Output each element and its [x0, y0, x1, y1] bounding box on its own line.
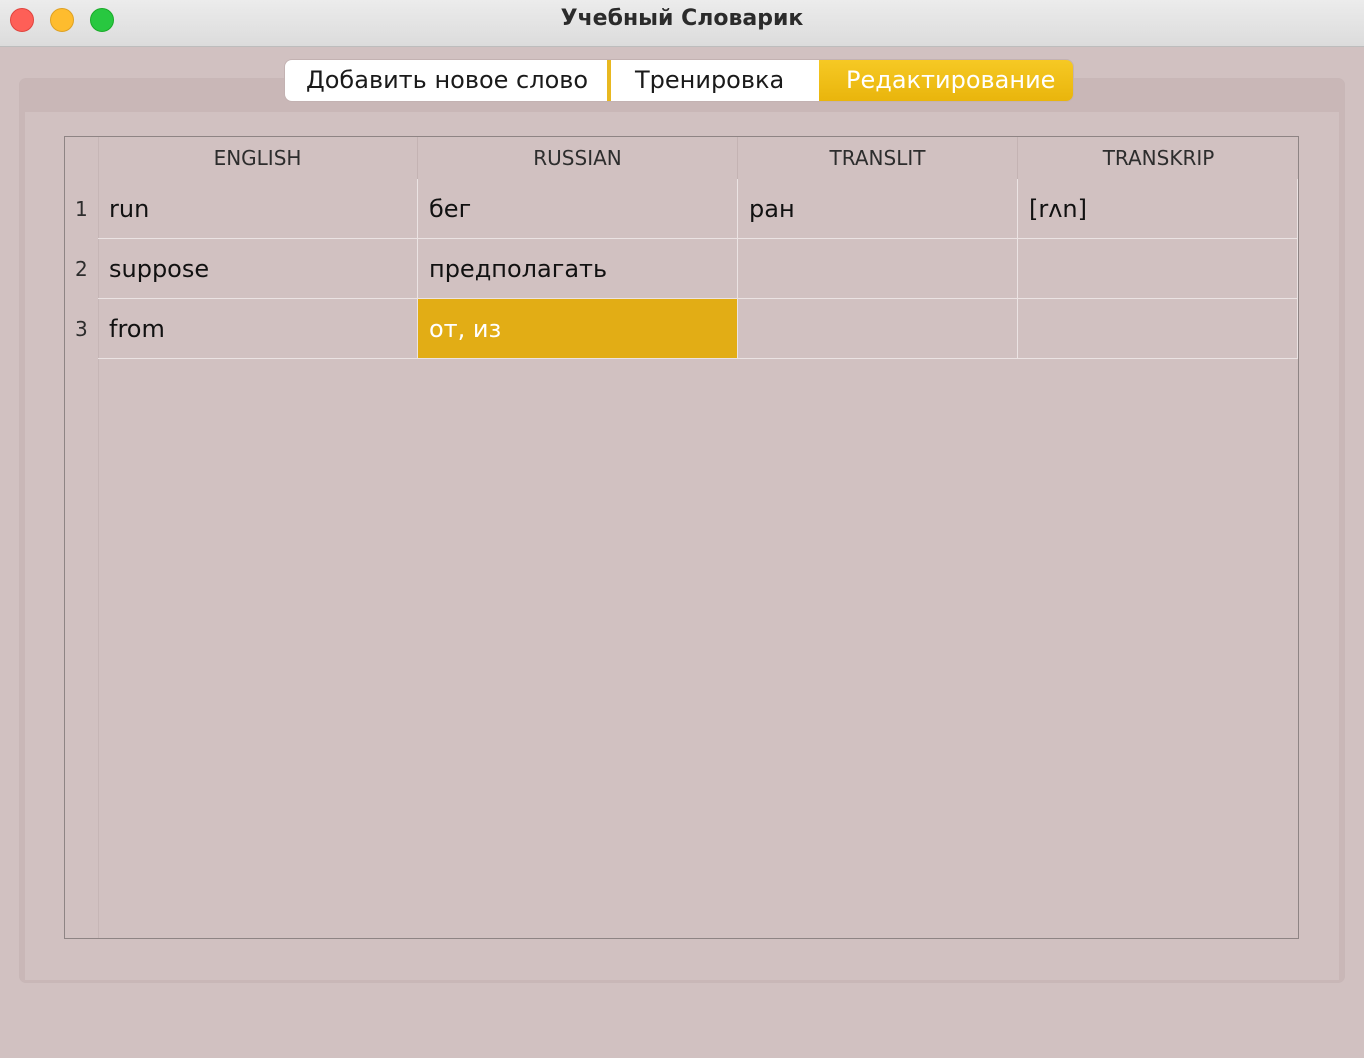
- cell-transkrip[interactable]: [1018, 239, 1298, 299]
- table-row: 1 run бег ран [rʌn]: [65, 179, 1298, 239]
- window-title: Учебный Словарик: [560, 6, 804, 31]
- row-number[interactable]: 3: [65, 299, 98, 359]
- row-number[interactable]: 1: [65, 179, 98, 239]
- app-window: Учебный Словарик Добавить новое слово Тр…: [0, 0, 1364, 1058]
- table-row: 3 from от, из: [65, 299, 1298, 359]
- words-table[interactable]: ENGLISH RUSSIAN TRANSLIT TRANSKRIP 1 run…: [64, 136, 1299, 939]
- cell-english[interactable]: from: [98, 299, 418, 359]
- cell-russian-selected[interactable]: от, из: [418, 299, 738, 359]
- column-header-russian[interactable]: RUSSIAN: [418, 137, 738, 179]
- cell-translit[interactable]: ран: [738, 179, 1018, 239]
- tab-editing[interactable]: Редактирование: [819, 60, 1073, 101]
- row-number[interactable]: 2: [65, 239, 98, 299]
- cell-russian[interactable]: предполагать: [418, 239, 738, 299]
- column-header-translit[interactable]: TRANSLIT: [738, 137, 1018, 179]
- column-header-english[interactable]: ENGLISH: [98, 137, 418, 179]
- column-header-row: ENGLISH RUSSIAN TRANSLIT TRANSKRIP: [98, 137, 1299, 179]
- tab-add-word[interactable]: Добавить новое слово: [285, 60, 611, 101]
- cell-russian[interactable]: бег: [418, 179, 738, 239]
- cell-translit[interactable]: [738, 239, 1018, 299]
- column-header-transkrip[interactable]: TRANSKRIP: [1018, 137, 1299, 179]
- title-bar: Учебный Словарик: [0, 0, 1364, 47]
- cell-translit[interactable]: [738, 299, 1018, 359]
- cell-transkrip[interactable]: [rʌn]: [1018, 179, 1298, 239]
- cell-english[interactable]: run: [98, 179, 418, 239]
- tab-training[interactable]: Тренировка: [611, 60, 819, 101]
- cell-transkrip[interactable]: [1018, 299, 1298, 359]
- tab-bar: Добавить новое слово Тренировка Редактир…: [285, 60, 1073, 101]
- cell-english[interactable]: suppose: [98, 239, 418, 299]
- table-row: 2 suppose предполагать: [65, 239, 1298, 299]
